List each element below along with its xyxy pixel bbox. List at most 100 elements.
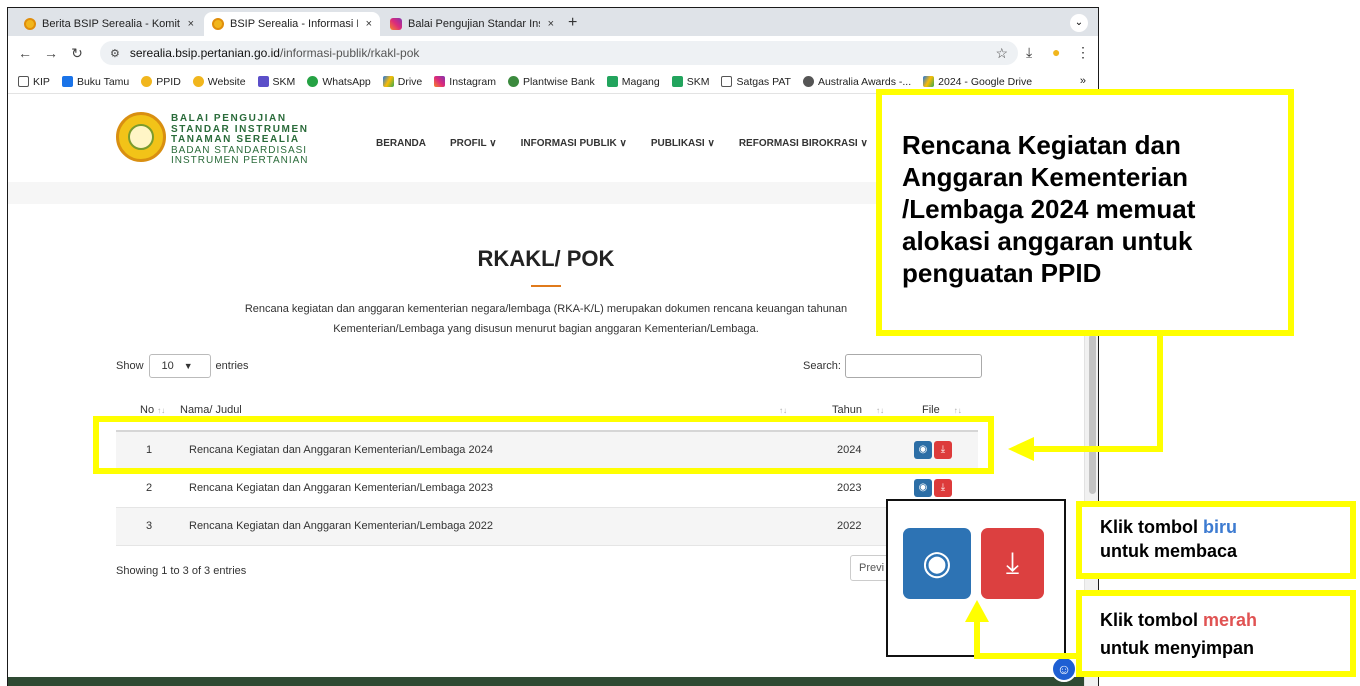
scrollbar-thumb[interactable] (1089, 334, 1096, 494)
nav-beranda[interactable]: BERANDA (376, 138, 426, 149)
table-row: 3 Rencana Kegiatan dan Anggaran Kementer… (116, 508, 978, 546)
new-tab-button[interactable]: + (568, 14, 577, 32)
arrow-connector (974, 653, 1078, 659)
page-description: Rencana kegiatan dan anggaran kementeria… (244, 303, 848, 335)
drive-icon (923, 76, 935, 87)
tab-balai-pengujian[interactable]: Balai Pengujian Standar Instr × (382, 12, 562, 36)
sort-icon: ↑↓ (953, 406, 962, 415)
bookmark-item[interactable]: WhatsApp (307, 76, 371, 88)
browser-menu-icon[interactable]: ⋮ (1076, 44, 1090, 61)
site-settings-icon[interactable]: ⚙ (110, 47, 120, 60)
download-button[interactable]: ⤓ (934, 479, 952, 497)
nav-publikasi[interactable]: PUBLIKASI ∨ (651, 138, 715, 149)
logo-wheat-icon (128, 124, 154, 150)
row-highlight-frame (93, 416, 994, 474)
nav-informasi-publik[interactable]: INFORMASI PUBLIK ∨ (521, 138, 627, 149)
back-icon[interactable]: ← (12, 45, 38, 61)
forward-icon[interactable]: → (38, 45, 64, 61)
table-row: 2 Rencana Kegiatan dan Anggaran Kementer… (116, 470, 978, 508)
arrow-connector (1157, 336, 1163, 452)
close-icon[interactable]: × (548, 18, 554, 30)
bookmark-item[interactable]: Instagram (434, 76, 496, 88)
address-bar[interactable]: ⚙ serealia.bsip.pertanian.go.id/informas… (100, 41, 1018, 65)
folder-icon (721, 76, 733, 87)
bsip-logo-icon[interactable] (116, 112, 166, 162)
view-button[interactable]: ◉ (914, 479, 932, 497)
close-icon[interactable]: × (188, 18, 194, 30)
column-header-title[interactable]: Nama/ Judul (180, 404, 242, 416)
eye-icon: ◉ (918, 482, 928, 493)
instagram-icon (434, 76, 446, 87)
annotation-red-label: Klik tombol merah untuk menyimpan (1076, 590, 1356, 677)
logo-text[interactable]: BALAI PENGUJIAN STANDAR INSTRUMEN TANAMA… (171, 113, 309, 167)
bookmark-star-icon[interactable]: ☆ (995, 45, 1008, 62)
arrow-connector (1032, 446, 1163, 452)
sheets-icon (606, 76, 618, 87)
bookmark-item[interactable]: Magang (606, 76, 660, 88)
nav-profil[interactable]: PROFIL ∨ (450, 138, 497, 149)
entries-control: Show 10 ▼ entries (116, 354, 249, 378)
download-icon: ⤓ (940, 482, 946, 493)
tab-berita[interactable]: Berita BSIP Serealia - Komitm × (16, 12, 202, 36)
drive-icon (382, 76, 394, 87)
whatsapp-icon (307, 76, 319, 87)
document-title: Rencana Kegiatan dan Anggaran Kementeria… (189, 520, 493, 532)
bookmark-item[interactable]: Drive (382, 76, 422, 88)
entries-select[interactable]: 10 ▼ (148, 354, 211, 378)
bookmark-item[interactable]: Satgas PAT (721, 76, 791, 88)
tab-search-icon[interactable]: ⌄ (1070, 14, 1088, 32)
url-path: /informasi-publik/rkakl-pok (279, 46, 420, 60)
sort-icon: ↑↓ (157, 406, 166, 415)
bookmark-item[interactable]: Website (192, 76, 246, 88)
site-footer (8, 677, 1084, 686)
chevron-down-icon: ▼ (183, 361, 193, 371)
column-header-no[interactable]: No ↑↓ (140, 404, 165, 416)
bsip-favicon-icon (24, 18, 36, 30)
screenshot-canvas: Berita BSIP Serealia - Komitm × BSIP Ser… (0, 0, 1360, 686)
folder-icon (18, 76, 29, 87)
bookmark-item[interactable]: SKM (257, 76, 295, 88)
bookmark-item[interactable]: SKM (671, 76, 709, 88)
reload-icon[interactable]: ↻ (64, 45, 90, 62)
tab-informasi-publik[interactable]: BSIP Serealia - Informasi Publ × (204, 12, 380, 36)
bookmark-item[interactable]: PPID (141, 76, 181, 88)
bookmark-item[interactable]: 2024 - Google Drive (923, 76, 1032, 88)
bookmark-item[interactable]: Plantwise Bank (507, 76, 595, 88)
annotation-blue-label: Klik tombol biru untuk membaca (1076, 501, 1356, 579)
bookmark-item[interactable]: KIP (18, 76, 50, 88)
profile-avatar-icon[interactable]: ● (1052, 44, 1060, 60)
document-title: Rencana Kegiatan dan Anggaran Kementeria… (189, 482, 493, 494)
sort-icon: ↑↓ (875, 406, 884, 415)
bookmarks-overflow-icon[interactable]: » (1080, 75, 1086, 87)
url-domain: serealia.bsip.pertanian.go.id (129, 46, 280, 60)
forms-icon (257, 76, 269, 87)
title-underline (531, 285, 561, 287)
search-input[interactable] (844, 354, 982, 378)
main-navigation: BERANDA PROFIL ∨ INFORMASI PUBLIK ∨ PUBL… (376, 138, 892, 149)
bsip-favicon-icon (212, 18, 224, 30)
bookmark-item[interactable]: Australia Awards -... (802, 76, 911, 88)
download-icon[interactable]: ⤓ (1026, 44, 1032, 61)
plantwise-icon (507, 76, 519, 87)
column-header-year[interactable]: Tahun ↑↓ (832, 404, 884, 416)
sort-icon[interactable]: ↑↓ (776, 404, 787, 416)
arrow-left-icon (1008, 437, 1034, 461)
accessibility-icon[interactable]: ☺ (1051, 656, 1077, 682)
close-icon[interactable]: × (366, 18, 372, 30)
callout-text: Rencana Kegiatan dan Anggaran Kementeria… (902, 130, 1196, 288)
column-header-file[interactable]: File ↑↓ (922, 404, 962, 416)
annotation-callout: Rencana Kegiatan dan Anggaran Kementeria… (876, 89, 1294, 336)
eye-icon: ◉ (903, 528, 971, 599)
table-search: Search: (803, 354, 982, 378)
bsip-icon (141, 76, 153, 87)
bookmark-item[interactable]: Buku Tamu (61, 76, 129, 88)
bsip-icon (192, 76, 204, 87)
sheets-icon (671, 76, 683, 87)
tab-strip: Berita BSIP Serealia - Komitm × BSIP Ser… (8, 8, 1098, 36)
arrow-up-icon (965, 600, 989, 622)
australia-awards-icon (802, 76, 814, 87)
browser-toolbar: ← → ↻ ⚙ serealia.bsip.pertanian.go.id/in… (8, 36, 1098, 70)
instagram-favicon-icon (390, 18, 402, 30)
table-info: Showing 1 to 3 of 3 entries (116, 565, 247, 577)
nav-reformasi-birokrasi[interactable]: REFORMASI BIROKRASI ∨ (739, 138, 868, 149)
